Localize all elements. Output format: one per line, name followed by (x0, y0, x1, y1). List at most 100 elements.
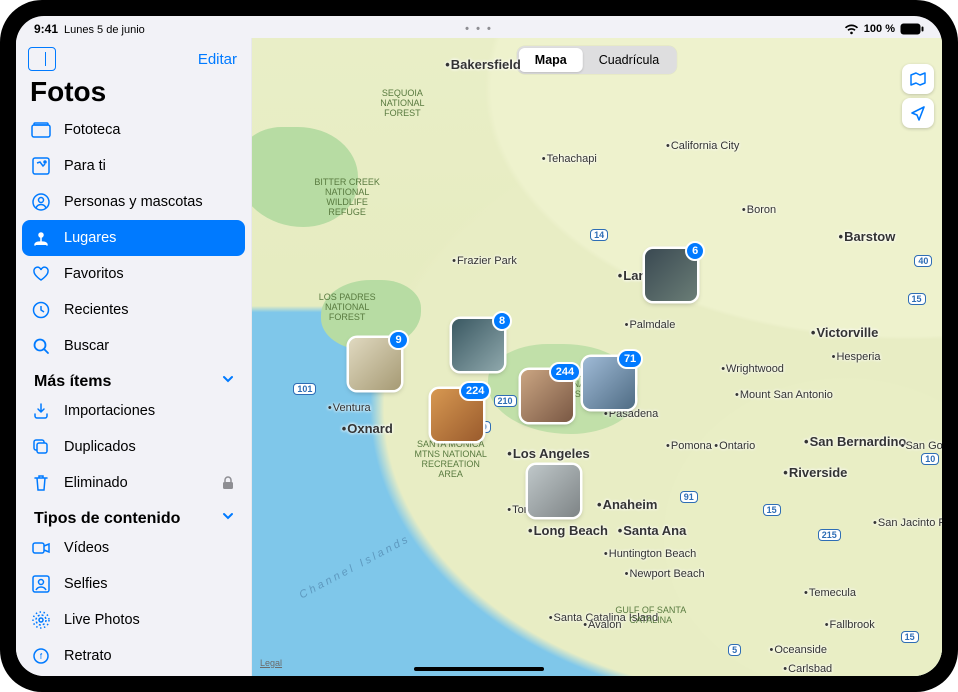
park-label: LOS PADRES NATIONAL FOREST (307, 293, 387, 323)
sidebar-item-imports[interactable]: Importaciones (22, 393, 245, 429)
park-label: BITTER CREEK NATIONAL WILDLIFE REFUGE (307, 178, 387, 218)
app-title: Fotos (16, 76, 251, 112)
chevron-down-icon (221, 372, 235, 391)
city-label: Riverside (783, 465, 847, 480)
sidebar-item-portrait[interactable]: f Retrato (22, 638, 245, 674)
section-more-items[interactable]: Más ítems (22, 364, 245, 393)
sidebar-item-label: Lugares (64, 230, 237, 246)
photo-cluster[interactable]: 8 (452, 319, 504, 371)
road-shield: 91 (680, 491, 698, 503)
road-shield: 5 (728, 644, 741, 656)
sidebar-item-duplicates[interactable]: Duplicados (22, 429, 245, 465)
duplicate-icon (30, 436, 52, 458)
city-label: Anaheim (597, 497, 657, 512)
sidebar-item-label: Buscar (64, 338, 237, 354)
city-label: Huntington Beach (604, 548, 696, 560)
city-label: Temecula (804, 587, 856, 599)
city-label: Los Angeles (507, 446, 589, 461)
map-legal-link[interactable]: Legal (260, 658, 282, 668)
sidebar-item-label: Para ti (64, 158, 237, 174)
city-label: Ontario (714, 440, 755, 452)
photo-cluster[interactable] (528, 465, 580, 517)
city-label: Bakersfield (445, 57, 521, 72)
park-label: SEQUOIA NATIONAL FOREST (362, 89, 442, 119)
chevron-down-icon (221, 509, 235, 528)
photo-cluster[interactable]: 6 (645, 249, 697, 301)
city-label: Barstow (839, 229, 896, 244)
road-shield: 15 (901, 631, 919, 643)
sidebar: Editar Fotos Fototeca Para ti Personas y… (16, 38, 252, 676)
segment-map[interactable]: Mapa (519, 48, 583, 72)
photo-cluster[interactable]: 224 (431, 389, 483, 441)
sidebar-item-people[interactable]: Personas y mascotas (22, 184, 245, 220)
city-label: Pasadena (604, 408, 658, 420)
park-label: SANTA MONICA MTNS NATIONAL RECREATION AR… (411, 440, 491, 480)
video-icon (30, 537, 52, 559)
status-bar: 9:41 Lunes 5 de junio • • • 100 % (16, 16, 942, 38)
city-label: Ventura (328, 402, 371, 414)
road-shield: 215 (818, 529, 841, 541)
svg-text:f: f (40, 652, 43, 661)
library-icon (30, 119, 52, 141)
location-arrow-icon (910, 105, 926, 121)
search-icon (30, 335, 52, 357)
city-label: Victorville (811, 325, 878, 340)
trash-icon (30, 472, 52, 494)
photo-cluster[interactable]: 71 (583, 357, 635, 409)
city-label: San Jacinto Peak ▲ (873, 517, 942, 529)
map-locate-button[interactable] (902, 98, 934, 128)
sidebar-item-places[interactable]: Lugares (22, 220, 245, 256)
home-indicator[interactable] (414, 667, 544, 671)
sidebar-item-selfies[interactable]: Selfies (22, 566, 245, 602)
sidebar-item-recents[interactable]: Recientes (22, 292, 245, 328)
sidebar-item-for-you[interactable]: Para ti (22, 148, 245, 184)
section-title: Tipos de contenido (34, 510, 180, 528)
cluster-count-badge: 6 (685, 241, 705, 261)
sidebar-item-search[interactable]: Buscar (22, 328, 245, 364)
sidebar-item-label: Vídeos (64, 540, 237, 556)
road-shield: 101 (293, 383, 316, 395)
road-shield: 15 (763, 504, 781, 516)
sidebar-toggle-button[interactable] (28, 47, 56, 71)
sidebar-item-label: Importaciones (64, 403, 237, 419)
screen: 9:41 Lunes 5 de junio • • • 100 % (16, 16, 942, 676)
city-label: Fallbrook (825, 619, 875, 631)
city-label: Pomona (666, 440, 712, 452)
city-label: Boron (742, 204, 776, 216)
road-shield: 14 (590, 229, 608, 241)
segment-grid[interactable]: Cuadrícula (583, 48, 675, 72)
photo-cluster[interactable]: 9 (349, 338, 401, 390)
map-style-button[interactable] (902, 64, 934, 94)
city-label: Frazier Park (452, 255, 517, 267)
sidebar-item-label: Fototeca (64, 122, 237, 138)
multitask-dots-icon[interactable]: • • • (465, 23, 493, 35)
section-content-types[interactable]: Tipos de contenido (22, 501, 245, 530)
wifi-icon (844, 24, 859, 35)
sidebar-item-label: Recientes (64, 302, 237, 318)
cluster-count-badge: 71 (617, 349, 643, 369)
cluster-count-badge: 8 (492, 311, 512, 331)
city-label: Oxnard (342, 421, 393, 436)
map-view[interactable]: Mapa Cuadrícula BakersfieldTehachapiCali… (252, 38, 942, 676)
sidebar-item-label: Live Photos (64, 612, 237, 628)
road-shield: 210 (494, 395, 517, 407)
section-title: Más ítems (34, 373, 111, 391)
sidebar-item-favorites[interactable]: Favoritos (22, 256, 245, 292)
city-label: Long Beach (528, 523, 608, 538)
sidebar-item-label: Eliminado (64, 475, 207, 491)
import-icon (30, 400, 52, 422)
sidebar-item-videos[interactable]: Vídeos (22, 530, 245, 566)
sidebar-item-live[interactable]: Live Photos (22, 602, 245, 638)
photo-cluster[interactable]: 244 (521, 370, 573, 422)
sidebar-item-deleted[interactable]: Eliminado (22, 465, 245, 501)
sidebar-nav: Fototeca Para ti Personas y mascotas Lug… (16, 112, 251, 676)
view-segmented-control[interactable]: Mapa Cuadrícula (517, 46, 677, 74)
sidebar-item-label: Duplicados (64, 439, 237, 455)
status-time: 9:41 (34, 22, 58, 36)
heart-icon (30, 263, 52, 285)
sidebar-item-library[interactable]: Fototeca (22, 112, 245, 148)
city-label: San Gorgonio Mountain (901, 440, 942, 452)
portrait-icon: f (30, 645, 52, 667)
clock-icon (30, 299, 52, 321)
edit-button[interactable]: Editar (198, 51, 237, 68)
